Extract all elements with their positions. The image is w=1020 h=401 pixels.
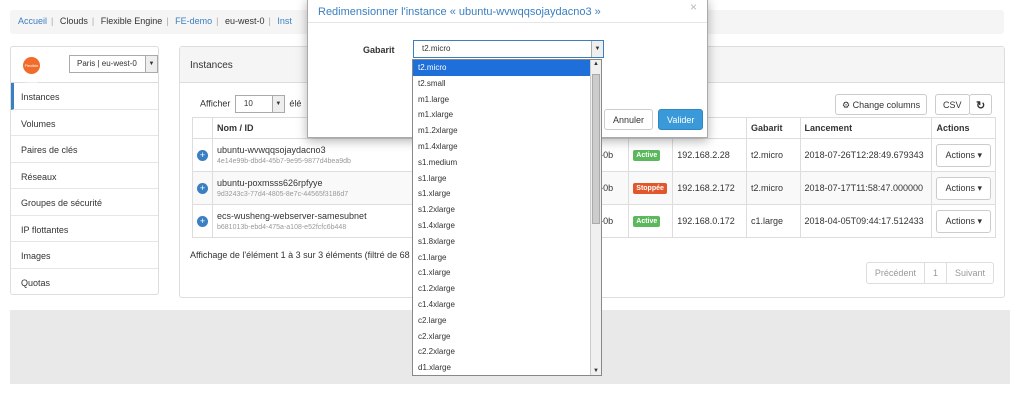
flavor-option[interactable]: s1.large bbox=[413, 171, 601, 187]
actions-button-label: Actions bbox=[945, 215, 975, 226]
flavor-option[interactable]: s1.xlarge bbox=[413, 186, 601, 202]
chevron-down-icon: ▼ bbox=[271, 96, 284, 112]
flavor-option[interactable]: c1.2xlarge bbox=[413, 281, 601, 297]
flavor-option[interactable]: m1.large bbox=[413, 92, 601, 108]
instance-flavor: c1.large bbox=[745, 204, 801, 238]
page-length-value: 10 bbox=[243, 99, 253, 108]
flavor-option[interactable]: t2.micro bbox=[413, 60, 601, 76]
actions-button-label: Actions bbox=[945, 149, 975, 160]
flavor-select[interactable]: t2.micro ▼ bbox=[413, 40, 604, 58]
page-length-control: Afficher 10 ▼ élé bbox=[200, 95, 301, 113]
col-flavor[interactable]: Gabarit bbox=[745, 117, 801, 139]
flavor-option[interactable]: c2.xlarge bbox=[413, 329, 601, 345]
instance-flavor: t2.micro bbox=[745, 171, 801, 205]
instance-launch: 2018-07-17T11:58:47.000000 bbox=[799, 171, 933, 205]
show-suffix: élé bbox=[289, 98, 302, 109]
actions-button[interactable]: Actions ▾ bbox=[936, 143, 991, 167]
flavor-dropdown-list: t2.micro t2.small m1.large m1.xlarge m1.… bbox=[412, 59, 602, 376]
status-badge: Stoppée bbox=[633, 183, 667, 194]
sidebar-item-images[interactable]: Images bbox=[11, 242, 158, 269]
flavor-option[interactable]: s1.medium bbox=[413, 155, 601, 171]
sidebar-item-volumes[interactable]: Volumes bbox=[11, 110, 158, 136]
instance-name: ubuntu-wvwqqsojaydacno3 bbox=[217, 145, 326, 155]
chevron-down-icon: ▼ bbox=[591, 41, 603, 57]
sidebar-item-floating-ips[interactable]: IP flottantes bbox=[11, 216, 158, 242]
region-header: Flexible Engine Paris | eu-west-0 ▼ bbox=[11, 47, 158, 85]
expand-icon[interactable]: + bbox=[197, 182, 208, 194]
flavor-select-value: t2.micro bbox=[422, 44, 451, 53]
flavor-option[interactable]: m1.xlarge bbox=[413, 107, 601, 123]
instance-name: ubuntu-poxmsss626rpfyye bbox=[217, 178, 323, 188]
submit-button[interactable]: Valider bbox=[658, 109, 704, 130]
flavor-option[interactable]: s1.8xlarge bbox=[413, 234, 601, 250]
flavor-option[interactable]: c1.large bbox=[413, 250, 601, 266]
breadcrumb-instances[interactable]: Inst bbox=[277, 16, 292, 26]
status-badge: Active bbox=[633, 150, 661, 161]
pagination-page[interactable]: 1 bbox=[923, 263, 946, 283]
flavor-option[interactable]: t2.small bbox=[413, 76, 601, 92]
expand-icon[interactable]: + bbox=[197, 149, 208, 161]
modal-title: Redimensionner l'instance « ubuntu-wvwqq… bbox=[308, 0, 707, 23]
instance-name: ecs-wusheng-webserver-samesubnet bbox=[217, 211, 367, 221]
scroll-up-icon[interactable]: ▲ bbox=[591, 61, 601, 67]
breadcrumb-region: eu-west-0 bbox=[225, 16, 265, 26]
dropdown-scrollbar[interactable]: ▲ ▼ bbox=[590, 60, 601, 375]
instance-ip: 192.168.0.172 bbox=[672, 204, 747, 238]
change-columns-button[interactable]: ⚙ Change columns bbox=[835, 94, 928, 115]
sidebar-item-quotas[interactable]: Quotas bbox=[11, 269, 158, 296]
sidebar: Flexible Engine Paris | eu-west-0 ▼ Inst… bbox=[10, 46, 159, 295]
instance-flavor: t2.micro bbox=[745, 138, 801, 172]
actions-button[interactable]: Actions ▾ bbox=[936, 176, 991, 200]
expand-icon[interactable]: + bbox=[197, 215, 208, 227]
scroll-thumb[interactable] bbox=[592, 74, 600, 224]
flavor-option[interactable]: d1.xlarge bbox=[413, 360, 601, 375]
sidebar-item-security-groups[interactable]: Groupes de sécurité bbox=[11, 189, 158, 216]
flavor-option[interactable]: c2.2xlarge bbox=[413, 344, 601, 360]
flexible-engine-logo: Flexible Engine bbox=[23, 57, 40, 85]
pagination-previous[interactable]: Précédent bbox=[867, 263, 924, 283]
flavor-label: Gabarit bbox=[363, 45, 395, 55]
cancel-button[interactable]: Annuler bbox=[604, 109, 654, 130]
flavor-option[interactable]: s1.4xlarge bbox=[413, 218, 601, 234]
refresh-icon[interactable]: ↻ bbox=[969, 94, 993, 115]
sidebar-item-networks[interactable]: Réseaux bbox=[11, 163, 158, 189]
csv-button[interactable]: CSV bbox=[935, 94, 970, 115]
region-select[interactable]: Paris | eu-west-0 ▼ bbox=[69, 55, 158, 73]
instance-id: 9d3243c3-77d4-4805-8e7c-44565f3186d7 bbox=[217, 191, 349, 198]
chevron-down-icon: ▼ bbox=[145, 56, 157, 72]
sidebar-item-keypairs[interactable]: Paires de clés bbox=[11, 136, 158, 163]
table-info: Affichage de l'élément 1 à 3 sur 3 éléme… bbox=[190, 250, 410, 260]
actions-button-label: Actions bbox=[945, 182, 975, 193]
breadcrumb-provider: Flexible Engine bbox=[100, 16, 163, 26]
flavor-option[interactable]: c1.4xlarge bbox=[413, 297, 601, 313]
flavor-option[interactable]: m1.4xlarge bbox=[413, 139, 601, 155]
flavor-option[interactable]: c2.large bbox=[413, 313, 601, 329]
flavor-option[interactable]: c1.xlarge bbox=[413, 265, 601, 281]
region-select-value: Paris | eu-west-0 bbox=[77, 59, 137, 68]
instance-launch: 2018-07-26T12:28:49.679343 bbox=[799, 138, 933, 172]
status-badge: Active bbox=[633, 216, 661, 227]
scroll-down-icon[interactable]: ▼ bbox=[591, 368, 601, 374]
gear-icon: ⚙ bbox=[842, 100, 851, 110]
instance-launch: 2018-04-05T09:44:17.512433 bbox=[799, 204, 933, 238]
page-length-select[interactable]: 10 ▼ bbox=[234, 95, 285, 113]
change-columns-label: Change columns bbox=[852, 100, 921, 110]
col-actions: Actions bbox=[931, 117, 996, 139]
col-launch[interactable]: Lancement bbox=[799, 117, 933, 139]
close-icon[interactable]: × bbox=[690, 0, 697, 14]
instance-id: 4e14e99b-dbd4-45b7-9e95-9877d4bea9db bbox=[217, 158, 351, 165]
actions-button[interactable]: Actions ▾ bbox=[936, 209, 991, 233]
breadcrumb-home[interactable]: Accueil bbox=[18, 16, 47, 26]
instance-ip: 192.168.2.172 bbox=[672, 171, 747, 205]
show-prefix: Afficher bbox=[200, 98, 231, 109]
pagination-next[interactable]: Suivant bbox=[945, 263, 993, 283]
flavor-option[interactable]: s1.2xlarge bbox=[413, 202, 601, 218]
instance-ip: 192.168.2.28 bbox=[672, 138, 747, 172]
breadcrumb-tenant[interactable]: FE-demo bbox=[175, 16, 212, 26]
instance-id: b681013b-ebd4-475a-a108-e52fcfc6b448 bbox=[217, 224, 347, 231]
pagination: Précédent 1 Suivant bbox=[865, 262, 994, 284]
flavor-option[interactable]: m1.2xlarge bbox=[413, 123, 601, 139]
breadcrumb-clouds: Clouds bbox=[59, 16, 88, 26]
